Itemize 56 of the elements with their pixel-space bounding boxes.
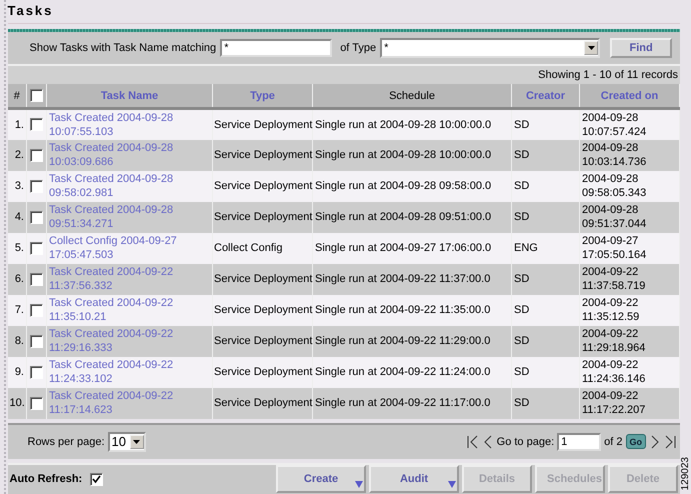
previous-page-icon[interactable]	[482, 434, 494, 448]
action-button[interactable]: Audit	[369, 465, 459, 494]
task-name-link[interactable]: Task Created 2004-09-28 09:51:34.271	[49, 203, 210, 231]
action-button[interactable]: Create	[276, 465, 366, 494]
task-name-link[interactable]: Task Created 2004-09-22 11:17:14.623	[49, 389, 210, 417]
task-name-link[interactable]: Task Created 2004-09-28 09:58:02.981	[49, 172, 210, 200]
task-name-link[interactable]: Task Created 2004-09-28 10:07:55.103	[49, 110, 210, 139]
caret-icon	[355, 480, 363, 488]
record-count: Showing 1 - 10 of 11 records	[538, 69, 678, 81]
go-to-page-label: Go to page:	[496, 436, 554, 448]
row-checkbox[interactable]	[30, 334, 43, 348]
row-checkbox[interactable]	[30, 210, 43, 224]
figure-number: 129023	[680, 456, 691, 490]
column-header[interactable]: Created on	[580, 84, 680, 108]
next-page-icon[interactable]	[649, 434, 661, 448]
task-name-link[interactable]: Task Created 2004-09-22 11:35:10.21	[49, 296, 210, 324]
row-checkbox[interactable]	[30, 148, 43, 162]
page-number-field[interactable]: 1	[557, 432, 602, 450]
rows-per-page-dropdown[interactable]: 10	[108, 432, 146, 452]
page-title: Tasks	[8, 0, 680, 24]
task-name-link[interactable]: Task Created 2004-09-22 11:24:33.102	[49, 358, 210, 386]
table-cell: 2004-09-22 11:17:22.207	[580, 388, 680, 418]
last-page-icon[interactable]	[664, 434, 676, 448]
row-checkbox[interactable]	[30, 242, 43, 255]
task-name-link[interactable]: Task Created 2004-09-28 10:03:09.686	[49, 141, 210, 169]
auto-refresh-checkbox[interactable]	[90, 472, 104, 486]
row-number: 10.	[8, 388, 26, 418]
table-cell: SD	[512, 388, 580, 418]
column-header: #	[8, 84, 26, 108]
task-name-link[interactable]: Task Created 2004-09-22 11:37:56.332	[49, 265, 210, 293]
column-header[interactable]: Creator	[512, 84, 580, 108]
task-name-link[interactable]: Collect Config 2004-09-27 17:05:47.503	[49, 234, 210, 262]
select-all-checkbox[interactable]	[30, 89, 43, 102]
auto-refresh-label: Auto Refresh:	[10, 473, 82, 486]
task-name-link[interactable]: Task Created 2004-09-22 11:29:16.333	[49, 327, 210, 355]
column-header[interactable]: Type	[212, 84, 312, 108]
table-cell: Single run at 2004-09-22 11:17:00.0	[312, 388, 512, 418]
caret-icon	[448, 480, 456, 488]
find-button[interactable]: Find	[610, 38, 672, 58]
row-checkbox[interactable]	[30, 304, 43, 317]
row-checkbox[interactable]	[30, 366, 43, 379]
type-dropdown[interactable]: *	[380, 38, 600, 58]
row-checkbox[interactable]	[30, 396, 43, 410]
first-page-icon[interactable]	[466, 434, 479, 448]
type-label: of Type	[340, 42, 376, 54]
page-total: of 2	[604, 436, 622, 448]
task-name-field[interactable]: *	[220, 39, 332, 57]
column-header[interactable]: Task Name	[46, 84, 212, 108]
row-checkbox[interactable]	[30, 272, 43, 286]
go-button[interactable]: Go	[626, 434, 646, 449]
column-header: Schedule	[312, 84, 512, 108]
row-checkbox[interactable]	[30, 180, 43, 193]
table-cell: Service Deployment	[212, 388, 312, 418]
rows-per-page-label: Rows per page:	[28, 436, 105, 448]
row-checkbox[interactable]	[30, 118, 43, 132]
filter-label: Show Tasks with Task Name matching	[30, 42, 216, 54]
